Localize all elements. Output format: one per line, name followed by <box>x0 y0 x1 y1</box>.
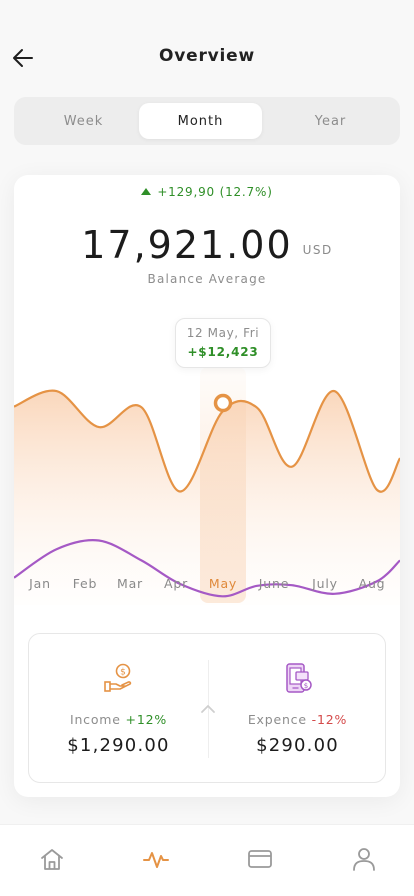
balance-value: 17,921.00 <box>81 223 293 267</box>
page-title: Overview <box>159 46 255 66</box>
trend-up-icon <box>141 188 152 195</box>
income-change: +12% <box>125 712 168 727</box>
money-hand-icon: $ <box>103 663 131 692</box>
x-label-aug[interactable]: Aug <box>359 576 386 591</box>
income-amount: $1,290.00 <box>67 735 170 756</box>
activity-icon[interactable] <box>142 845 170 873</box>
home-icon[interactable] <box>38 845 66 873</box>
tooltip-value: +$12,423 <box>187 345 259 359</box>
expense-change: -12% <box>311 712 348 727</box>
card-icon[interactable] <box>246 845 274 873</box>
tab-week[interactable]: Week <box>22 103 145 139</box>
x-label-jan[interactable]: Jan <box>29 576 51 591</box>
expense-label: Expence <box>247 712 307 727</box>
tab-year[interactable]: Year <box>269 103 392 139</box>
income-expense-summary: $ Income +12% $1,290.00 $ Expence -12% $… <box>28 633 386 783</box>
tab-month[interactable]: Month <box>139 103 262 139</box>
balance-delta: +129,90 (12.7%) <box>14 185 400 199</box>
expense-amount: $290.00 <box>256 735 339 756</box>
period-segmented-control: Week Month Year <box>14 97 400 145</box>
x-label-july[interactable]: July <box>312 576 338 591</box>
x-label-may[interactable]: May <box>209 576 237 591</box>
balance-unit: USD <box>302 243 333 257</box>
x-axis-labels: Jan Feb Mar Apr May June July Aug <box>14 576 400 594</box>
bottom-tab-bar <box>0 824 414 896</box>
balance-label: Balance Average <box>147 272 267 286</box>
balance-block: 17,921.00 USD <box>14 223 400 267</box>
income-label: Income <box>69 712 121 727</box>
income-column[interactable]: $ Income +12% $1,290.00 <box>29 662 208 756</box>
phone-payment-icon: $ <box>285 663 312 693</box>
selected-point-marker[interactable] <box>213 393 233 413</box>
svg-text:$: $ <box>303 682 307 690</box>
chart-tooltip: 12 May, Fri +$12,423 <box>175 318 271 368</box>
x-label-apr[interactable]: Apr <box>164 576 188 591</box>
delta-text: +129,90 (12.7%) <box>157 185 273 199</box>
x-label-june[interactable]: June <box>259 576 289 591</box>
expense-column[interactable]: $ Expence -12% $290.00 <box>208 662 387 756</box>
svg-text:$: $ <box>120 667 126 677</box>
tooltip-date: 12 May, Fri <box>186 326 260 340</box>
header: Overview <box>0 0 414 100</box>
x-label-mar[interactable]: Mar <box>117 576 143 591</box>
x-label-feb[interactable]: Feb <box>73 576 98 591</box>
profile-icon[interactable] <box>350 845 378 873</box>
balance-card: +129,90 (12.7%) 17,921.00 USD Balance Ave… <box>14 175 400 797</box>
